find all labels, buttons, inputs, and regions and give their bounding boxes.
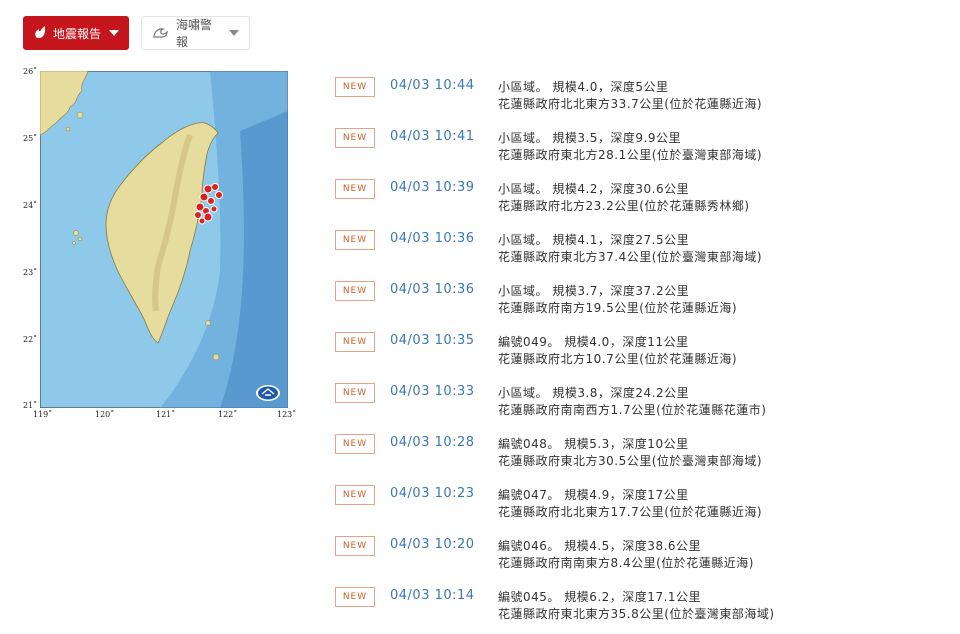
report-time[interactable]: 04/03 10:14 (390, 588, 475, 603)
epicenter-map[interactable]: 26˚ 25˚ 24˚ 23˚ 22˚ 21˚ 119˚ 120˚ 121˚ 1… (23, 66, 298, 422)
report-time[interactable]: 04/03 10:36 (390, 282, 475, 297)
report-time[interactable]: 04/03 10:33 (390, 384, 475, 399)
new-badge: NEW (335, 128, 375, 148)
report-row[interactable]: NEW 04/03 10:39 小區域。 規模4.2，深度30.6公里 花蓮縣政… (335, 176, 935, 226)
lon-label-123: 123˚ (277, 410, 297, 419)
tab-earthquake-report[interactable]: 地震報告 (23, 16, 129, 50)
report-time[interactable]: 04/03 10:41 (390, 129, 475, 144)
tab-tsunami-warning[interactable]: 海嘯警報 (141, 16, 250, 50)
new-badge: NEW (335, 587, 375, 607)
chevron-down-icon (109, 30, 119, 36)
report-magnitude[interactable]: 小區域。 規模3.5，深度9.9公里 (498, 129, 681, 146)
lat-label-21: 21˚ (23, 401, 38, 410)
report-location[interactable]: 花蓮縣政府東北東方35.8公里(位於臺灣東部海域) (498, 605, 775, 622)
report-location[interactable]: 花蓮縣政府北北東方17.7公里(位於花蓮縣近海) (498, 503, 762, 520)
report-magnitude[interactable]: 編號046。 規模4.5，深度38.6公里 (498, 537, 701, 554)
report-location[interactable]: 花蓮縣政府北北東方33.7公里(位於花蓮縣近海) (498, 95, 762, 112)
report-time[interactable]: 04/03 10:44 (390, 78, 475, 93)
new-badge: NEW (335, 281, 375, 301)
report-magnitude[interactable]: 編號049。 規模4.0，深度11公里 (498, 333, 689, 350)
cwa-logo (256, 385, 280, 401)
map-canvas (40, 71, 288, 408)
report-magnitude[interactable]: 編號047。 規模4.9，深度17公里 (498, 486, 689, 503)
lon-label-119: 119˚ (33, 410, 53, 419)
report-time[interactable]: 04/03 10:28 (390, 435, 475, 450)
report-row[interactable]: NEW 04/03 10:36 小區域。 規模3.7，深度37.2公里 花蓮縣政… (335, 278, 935, 328)
report-magnitude[interactable]: 小區域。 規模4.0，深度5公里 (498, 78, 669, 95)
new-badge: NEW (335, 77, 375, 97)
report-location[interactable]: 花蓮縣政府北方23.2公里(位於花蓮縣秀林鄉) (498, 197, 750, 214)
tab-tsunami-label: 海嘯警報 (176, 18, 213, 49)
report-time[interactable]: 04/03 10:35 (390, 333, 475, 348)
report-row[interactable]: NEW 04/03 10:41 小區域。 規模3.5，深度9.9公里 花蓮縣政府… (335, 125, 935, 175)
lon-label-120: 120˚ (95, 410, 115, 419)
new-badge: NEW (335, 434, 375, 454)
report-magnitude[interactable]: 小區域。 規模4.1，深度27.5公里 (498, 231, 689, 248)
earthquake-report-icon (33, 25, 47, 42)
new-badge: NEW (335, 230, 375, 250)
report-time[interactable]: 04/03 10:39 (390, 180, 475, 195)
report-time[interactable]: 04/03 10:20 (390, 537, 475, 552)
lat-label-26: 26˚ (23, 67, 38, 76)
report-row[interactable]: NEW 04/03 10:44 小區域。 規模4.0，深度5公里 花蓮縣政府北北… (335, 74, 935, 124)
lon-label-122: 122˚ (218, 410, 238, 419)
report-row[interactable]: NEW 04/03 10:36 小區域。 規模4.1，深度27.5公里 花蓮縣政… (335, 227, 935, 277)
report-magnitude[interactable]: 小區域。 規模3.8，深度24.2公里 (498, 384, 689, 401)
chevron-down-icon (229, 30, 239, 36)
report-row[interactable]: NEW 04/03 10:23 編號047。 規模4.9，深度17公里 花蓮縣政… (335, 482, 935, 532)
report-location[interactable]: 花蓮縣政府東北方30.5公里(位於臺灣東部海域) (498, 452, 762, 469)
report-location[interactable]: 花蓮縣政府南方19.5公里(位於花蓮縣近海) (498, 299, 737, 316)
new-badge: NEW (335, 179, 375, 199)
report-time[interactable]: 04/03 10:36 (390, 231, 475, 246)
report-magnitude[interactable]: 編號048。 規模5.3，深度10公里 (498, 435, 689, 452)
report-row[interactable]: NEW 04/03 10:35 編號049。 規模4.0，深度11公里 花蓮縣政… (335, 329, 935, 379)
report-location[interactable]: 花蓮縣政府東北方28.1公里(位於臺灣東部海域) (498, 146, 762, 163)
tsunami-wave-icon (152, 25, 170, 42)
report-row[interactable]: NEW 04/03 10:20 編號046。 規模4.5，深度38.6公里 花蓮… (335, 533, 935, 583)
report-magnitude[interactable]: 小區域。 規模4.2，深度30.6公里 (498, 180, 689, 197)
report-magnitude[interactable]: 小區域。 規模3.7，深度37.2公里 (498, 282, 689, 299)
report-location[interactable]: 花蓮縣政府北方10.7公里(位於花蓮縣近海) (498, 350, 737, 367)
report-row[interactable]: NEW 04/03 10:33 小區域。 規模3.8，深度24.2公里 花蓮縣政… (335, 380, 935, 430)
report-location[interactable]: 花蓮縣政府東北方37.4公里(位於臺灣東部海域) (498, 248, 762, 265)
report-magnitude[interactable]: 編號045。 規模6.2，深度17.1公里 (498, 588, 701, 605)
new-badge: NEW (335, 485, 375, 505)
lat-label-25: 25˚ (23, 134, 38, 143)
new-badge: NEW (335, 383, 375, 403)
report-location[interactable]: 花蓮縣政府南南東方8.4公里(位於花蓮縣近海) (498, 554, 754, 571)
new-badge: NEW (335, 332, 375, 352)
lon-label-121: 121˚ (156, 410, 176, 419)
tab-earthquake-label: 地震報告 (53, 26, 102, 41)
report-location[interactable]: 花蓮縣政府南南西方1.7公里(位於花蓮縣花蓮市) (498, 401, 766, 418)
lat-label-24: 24˚ (23, 201, 38, 210)
report-row[interactable]: NEW 04/03 10:14 編號045。 規模6.2，深度17.1公里 花蓮… (335, 584, 935, 634)
report-time[interactable]: 04/03 10:23 (390, 486, 475, 501)
lat-label-23: 23˚ (23, 268, 38, 277)
new-badge: NEW (335, 536, 375, 556)
lat-label-22: 22˚ (23, 335, 38, 344)
report-row[interactable]: NEW 04/03 10:28 編號048。 規模5.3，深度10公里 花蓮縣政… (335, 431, 935, 481)
